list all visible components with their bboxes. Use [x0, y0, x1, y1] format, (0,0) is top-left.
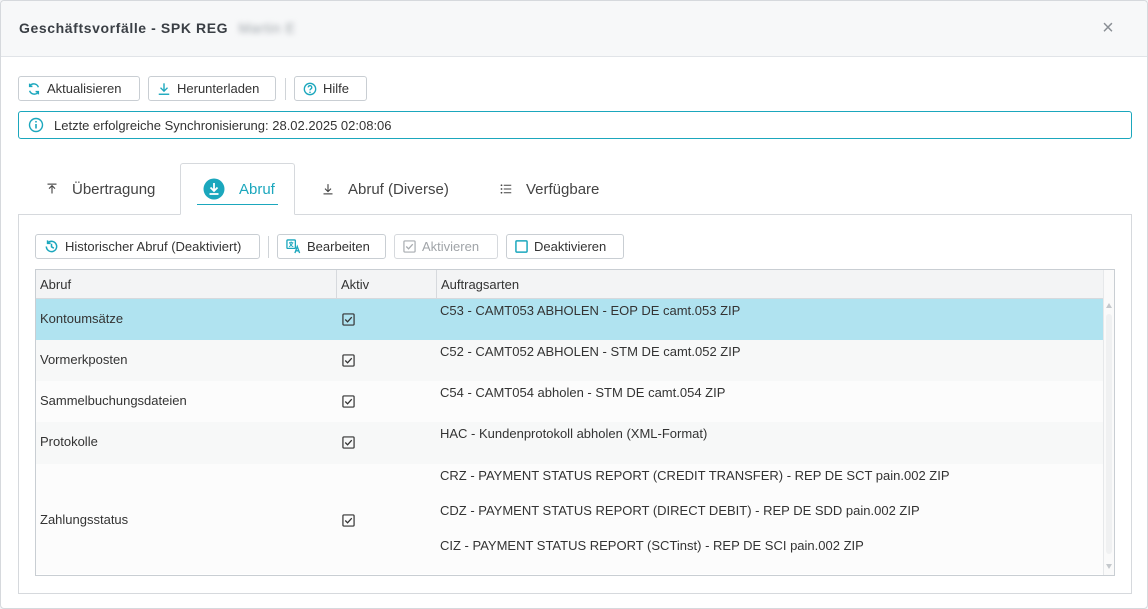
table-header: Abruf Aktiv Auftragsarten — [36, 270, 1104, 299]
row-abruf: Kontoumsätze — [40, 311, 124, 326]
list-icon — [500, 184, 512, 194]
checkbox-checked-icon[interactable] — [342, 395, 355, 408]
checkbox-empty-icon — [515, 240, 528, 253]
row-auftragsart: HAC - Kundenprotokoll abholen (XML-Forma… — [440, 426, 708, 441]
refresh-button[interactable]: Aktualisieren — [18, 76, 140, 101]
deactivate-label: Deaktivieren — [534, 239, 607, 254]
checkbox-checked-icon[interactable] — [342, 354, 355, 367]
subtoolbar-separator — [268, 236, 269, 258]
download-button[interactable]: Herunterladen — [148, 76, 276, 101]
retrieval-table: Abruf Aktiv Auftragsarten Kontoumsätze C… — [35, 269, 1115, 576]
download-circle-icon — [203, 178, 225, 200]
close-icon: × — [1102, 17, 1114, 39]
checkbox-checked-icon — [403, 240, 416, 253]
dialog: Geschäftsvorfälle - SPK REG Martin E × A… — [0, 0, 1148, 609]
tab-abruf-diverse-label: Abruf (Diverse) — [348, 180, 449, 198]
download-icon — [158, 82, 170, 95]
row-abruf: Vormerkposten — [40, 352, 128, 367]
tab-abruf-label: Abruf — [239, 180, 275, 198]
row-auftragsart: CIZ - PAYMENT STATUS REPORT (SCTinst) - … — [440, 538, 864, 553]
activate-button[interactable]: Aktivieren — [394, 234, 498, 259]
edit-label: Bearbeiten — [307, 239, 370, 254]
history-icon — [45, 240, 58, 253]
scroll-down-arrow-icon[interactable] — [1106, 564, 1112, 569]
sync-info-text: Letzte erfolgreiche Synchronisierung: 28… — [54, 117, 392, 133]
row-auftragsart: C52 - CAMT052 ABHOLEN - STM DE camt.052 … — [440, 344, 741, 359]
help-button[interactable]: Hilfe — [294, 76, 367, 101]
table-row[interactable]: Kontoumsätze C53 - CAMT053 ABHOLEN - EOP… — [36, 299, 1104, 340]
toolbar-separator — [285, 78, 286, 100]
vertical-scrollbar[interactable] — [1103, 270, 1114, 575]
refresh-icon — [28, 82, 40, 95]
table-row[interactable]: Vormerkposten C52 - CAMT052 ABHOLEN - ST… — [36, 340, 1104, 381]
tab-uebertragung[interactable]: Übertragung — [28, 163, 180, 215]
dialog-title: Geschäftsvorfälle - SPK REG Martin E — [19, 20, 296, 36]
historical-retrieval-label: Historischer Abruf (Deaktiviert) — [65, 239, 242, 254]
column-header-auftragsarten[interactable]: Auftragsarten — [437, 270, 1104, 299]
dialog-header: Geschäftsvorfälle - SPK REG Martin E × — [1, 1, 1147, 57]
edit-button[interactable]: Bearbeiten — [277, 234, 386, 259]
close-button[interactable]: × — [1097, 17, 1119, 39]
table-row[interactable]: Zahlungsstatus CRZ - PAYMENT STATUS REPO… — [36, 464, 1104, 574]
download-label: Herunterladen — [177, 81, 260, 96]
column-header-aktiv[interactable]: Aktiv — [337, 270, 437, 299]
help-label: Hilfe — [323, 81, 350, 96]
scroll-up-arrow-icon[interactable] — [1106, 303, 1112, 308]
tab-verfuegbare[interactable]: Verfügbare — [488, 163, 608, 215]
dialog-title-text: Geschäftsvorfälle - SPK REG — [19, 20, 229, 36]
table-row[interactable]: Sammelbuchungsdateien C54 - CAMT054 abho… — [36, 381, 1104, 422]
scrollbar-thumb[interactable] — [1106, 314, 1112, 554]
row-abruf: Protokolle — [40, 434, 98, 449]
active-tab-underline — [197, 203, 278, 205]
row-auftragsart: CDZ - PAYMENT STATUS REPORT (DIRECT DEBI… — [440, 503, 920, 518]
row-auftragsart: C54 - CAMT054 abholen - STM DE camt.054 … — [440, 385, 726, 400]
row-auftragsart: C53 - CAMT053 ABHOLEN - EOP DE camt.053 … — [440, 303, 741, 318]
refresh-label: Aktualisieren — [47, 81, 122, 96]
tab-uebertragung-label: Übertragung — [72, 180, 156, 198]
help-icon — [303, 82, 317, 95]
info-icon — [28, 117, 44, 133]
checkbox-checked-icon[interactable] — [342, 514, 355, 527]
checkbox-checked-icon[interactable] — [342, 436, 355, 449]
row-auftragsart: CRZ - PAYMENT STATUS REPORT (CREDIT TRAN… — [440, 468, 950, 483]
table-row[interactable]: Protokolle HAC - Kundenprotokoll abholen… — [36, 422, 1104, 464]
deactivate-button[interactable]: Deaktivieren — [506, 234, 624, 259]
dialog-title-name: Martin E — [238, 20, 296, 36]
edit-translate-icon — [286, 239, 301, 254]
sync-info-bar: Letzte erfolgreiche Synchronisierung: 28… — [18, 111, 1132, 139]
tab-abruf[interactable]: Abruf — [180, 163, 295, 215]
historical-retrieval-button[interactable]: Historischer Abruf (Deaktiviert) — [35, 234, 260, 259]
column-header-abruf[interactable]: Abruf — [36, 270, 337, 299]
row-abruf: Zahlungsstatus — [40, 512, 129, 527]
activate-label: Aktivieren — [422, 239, 480, 254]
upload-icon — [47, 183, 57, 194]
tab-abruf-diverse[interactable]: Abruf (Diverse) — [308, 163, 468, 215]
download-icon — [323, 184, 333, 195]
tab-verfuegbare-label: Verfügbare — [526, 180, 600, 198]
row-abruf: Sammelbuchungsdateien — [40, 393, 187, 408]
checkbox-checked-icon[interactable] — [342, 313, 355, 326]
